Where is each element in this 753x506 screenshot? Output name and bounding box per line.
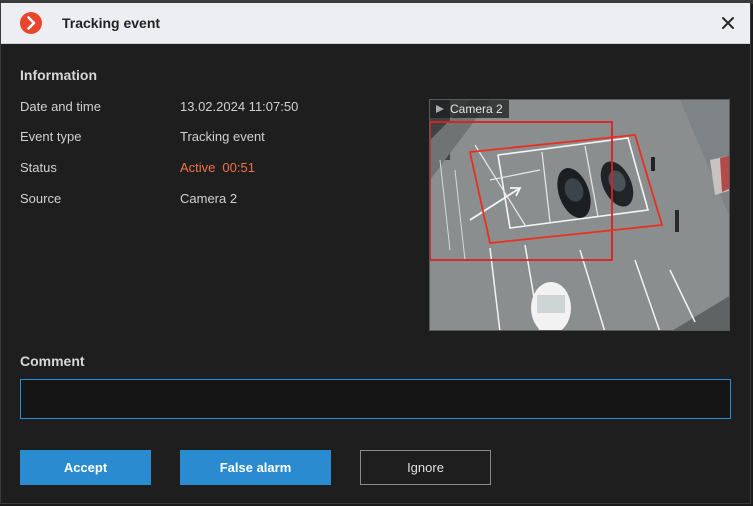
tracking-event-dialog: Tracking event Information Date and time… xyxy=(0,2,751,504)
camera-label-text: Camera 2 xyxy=(450,102,503,116)
close-icon[interactable] xyxy=(718,13,738,33)
date-time-label: Date and time xyxy=(20,99,101,114)
comment-heading: Comment xyxy=(20,353,85,369)
play-icon xyxy=(436,105,444,113)
title-bar: Tracking event xyxy=(1,3,750,44)
app-logo-icon xyxy=(20,12,42,34)
source-value: Camera 2 xyxy=(180,191,238,206)
status-duration: 00:51 xyxy=(222,160,255,175)
status-label: Status xyxy=(20,160,57,175)
status-value: Active 00:51 xyxy=(180,160,255,175)
source-label: Source xyxy=(20,191,62,206)
information-heading: Information xyxy=(20,67,97,83)
event-type-value: Tracking event xyxy=(180,129,265,144)
dialog-title: Tracking event xyxy=(62,15,161,31)
ignore-button[interactable]: Ignore xyxy=(360,450,491,485)
status-state: Active xyxy=(180,160,216,175)
accept-button[interactable]: Accept xyxy=(20,450,151,485)
date-time-value: 13.02.2024 11:07:50 xyxy=(180,99,299,114)
event-type-label: Event type xyxy=(20,129,82,144)
parking-lot-image xyxy=(430,100,729,330)
camera-label: Camera 2 xyxy=(430,100,509,118)
comment-input[interactable] xyxy=(20,379,731,419)
false-alarm-button[interactable]: False alarm xyxy=(180,450,331,485)
camera-snapshot[interactable]: Camera 2 xyxy=(429,99,730,331)
